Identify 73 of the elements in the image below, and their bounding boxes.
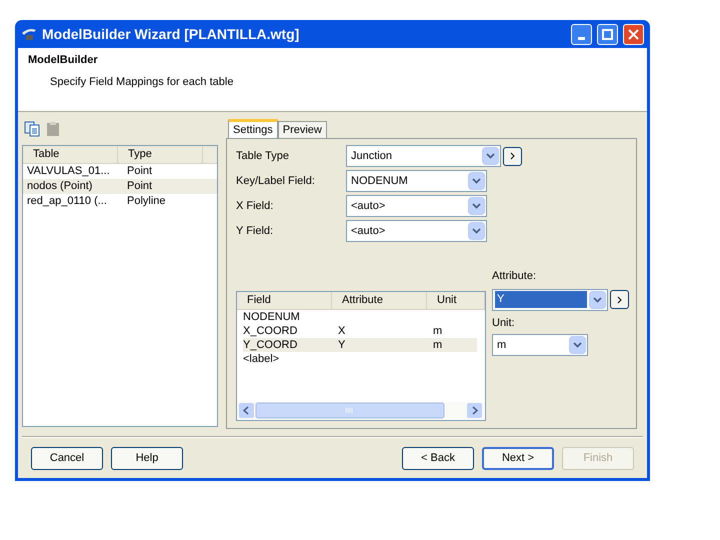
dropdown-value: NODENUM [350,174,409,188]
field-label: Table Type [236,148,290,164]
table-cell-text: Point [126,164,154,179]
column-header[interactable]: Field [237,292,332,309]
attribute-label: Attribute: [492,269,538,284]
dropdown-button[interactable] [468,172,485,190]
copy-icon[interactable] [24,120,40,136]
maximize-icon [602,28,613,40]
horizontal-scrollbar[interactable] [238,402,484,419]
field-label: Y Field: [236,224,274,239]
unit-label: Unit: [492,316,516,330]
column-header[interactable]: Type [118,146,203,163]
tab[interactable]: Settings [228,119,278,138]
dropdown-button[interactable] [569,336,586,354]
minimize-icon [578,36,585,40]
chevron-down-icon [472,228,481,234]
chevron-down-icon [573,342,582,348]
column-header[interactable]: Attribute [332,292,427,309]
more-button[interactable] [610,290,629,309]
chevron-right-icon [617,296,622,304]
table-cell-text: <label> [243,352,280,366]
chevron-right-icon [510,152,515,160]
table-cell-text: NODENUM [243,310,301,324]
dialog-button[interactable]: Next > [482,446,554,470]
maximize-button[interactable] [597,24,618,44]
column-header[interactable]: Table [23,146,118,163]
more-button[interactable] [503,146,522,166]
dropdown-value: <auto> [350,198,386,214]
table-cell-text: Point [126,179,154,194]
table-cell-text: m [433,324,444,338]
dropdown[interactable]: <auto> [346,195,487,217]
dropdown-value: m [496,338,508,352]
table-cell-text: X [338,324,346,338]
table-cell-text: m [433,338,444,352]
table-cell-text: VALVULAS_01... [26,164,111,179]
column-header[interactable]: Unit [427,292,485,309]
table-cell-text: Polyline [126,194,167,209]
chevron-down-icon [593,296,602,302]
dropdown-button[interactable] [468,222,485,240]
chevron-down-icon [472,178,481,184]
header-title: ModelBuilder [28,53,99,68]
close-button[interactable] [623,24,644,44]
chevron-down-icon [472,203,481,209]
minimize-button[interactable] [571,24,592,44]
dropdown-button[interactable] [468,197,485,215]
dropdown-value: <auto> [350,224,386,238]
chevron-down-icon [486,153,495,159]
tab[interactable]: Preview [278,121,327,138]
mapping-row[interactable]: Y_COORD Y m [243,338,477,352]
dropdown[interactable]: NODENUM [346,170,487,192]
table-cell-text: Y_COORD [243,338,298,352]
dropdown-button[interactable] [589,290,606,308]
dropdown-value: Y [495,291,587,308]
dropdown-button[interactable] [482,147,499,165]
dropdown[interactable]: Junction [346,145,501,167]
table-cell-text: Y [338,338,346,352]
table-cell-text: red_ap_0110 (... [26,194,108,209]
field-label: Key/Label Field: [236,174,316,189]
table-cell-text: nodos (Point) [26,179,94,194]
dropdown[interactable]: m [492,334,588,356]
dropdown[interactable]: Y [492,288,608,310]
field-label: X Field: [236,198,274,214]
dialog-button[interactable]: Cancel [31,446,103,470]
dropdown-value: Junction [350,148,393,164]
dropdown[interactable]: <auto> [346,220,487,242]
close-icon [628,28,639,40]
table-cell-text: X_COORD [243,324,298,338]
dialog-button[interactable]: < Back [402,446,474,470]
window-title: ModelBuilder Wizard [PLANTILLA.wtg] [42,24,300,44]
dialog-button[interactable]: Help [111,446,183,470]
table-row[interactable]: nodos (Point) Point [23,179,217,194]
app-icon [21,27,37,41]
header-subtitle: Specify Field Mappings for each table [49,74,234,90]
